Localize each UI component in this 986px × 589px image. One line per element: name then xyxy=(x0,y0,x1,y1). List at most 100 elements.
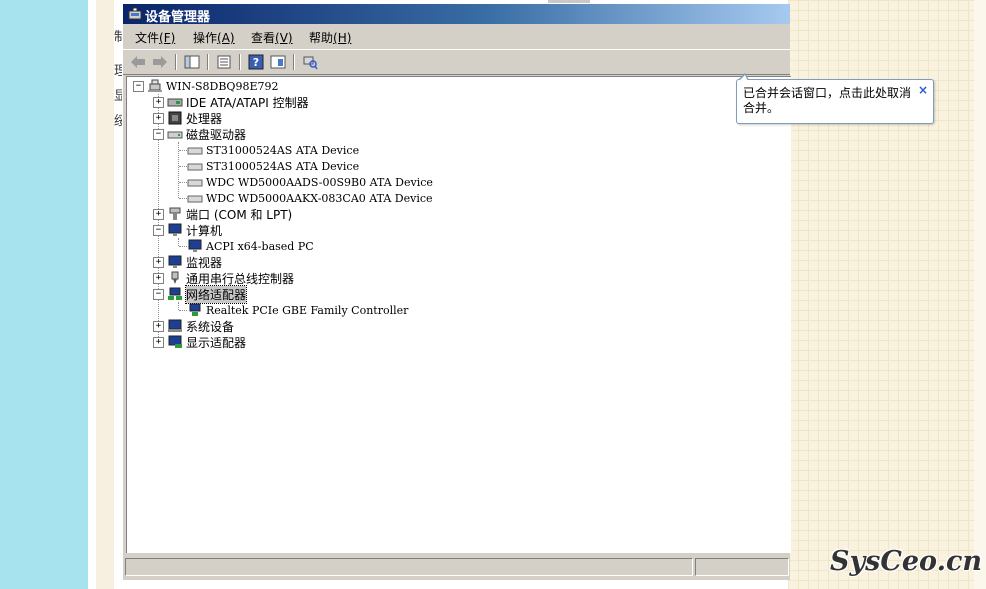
tree-device[interactable]: WDC WD5000AADS-00S9B0 ATA Device xyxy=(187,174,433,190)
tree-connector xyxy=(179,310,187,311)
tree-device[interactable]: Realtek PCIe GBE Family Controller xyxy=(187,302,408,318)
menu-bar: 文件(F) 操作(A) 查看(V) 帮助(H) xyxy=(123,26,790,48)
disk-device-icon xyxy=(187,159,203,173)
device-tree[interactable]: − WIN-S8DBQ98E792 + IDE ATA/ATAPI 控制器 + … xyxy=(126,76,791,553)
menu-accel: (A) xyxy=(217,31,235,45)
tree-device-label: WDC WD5000AADS-00S9B0 ATA Device xyxy=(206,175,433,189)
network-adapter-icon xyxy=(167,287,183,301)
tree-category-display-adapters[interactable]: + 显示适配器 xyxy=(153,334,246,350)
expand-toggle[interactable]: + xyxy=(153,336,164,348)
expand-toggle[interactable]: + xyxy=(153,112,164,124)
window-title: 设备管理器 xyxy=(145,10,211,25)
tree-category-label: IDE ATA/ATAPI 控制器 xyxy=(186,95,309,110)
collapse-toggle[interactable]: − xyxy=(153,128,164,140)
menu-action[interactable]: 操作(A) xyxy=(193,29,235,46)
monitor-icon xyxy=(167,223,183,237)
tree-device[interactable]: ACPI x64-based PC xyxy=(187,238,314,254)
tree-device[interactable]: WDC WD5000AAKX-083CA0 ATA Device xyxy=(187,190,433,206)
left-background-band xyxy=(0,0,88,589)
tree-category-ports[interactable]: + 端口 (COM 和 LPT) xyxy=(153,206,292,222)
show-hide-tree-icon[interactable] xyxy=(183,53,201,71)
menu-label: 帮助 xyxy=(309,31,334,45)
scan-hardware-icon[interactable] xyxy=(301,53,319,71)
pc-device-icon xyxy=(187,239,203,253)
tree-category-label: 处理器 xyxy=(186,111,223,126)
tree-root-label: WIN-S8DBQ98E792 xyxy=(166,79,279,93)
tree-device-label: ST31000524AS ATA Device xyxy=(206,143,360,157)
tree-device[interactable]: ST31000524AS ATA Device xyxy=(187,158,359,174)
collapse-toggle[interactable]: − xyxy=(153,288,164,300)
status-panel xyxy=(695,558,789,576)
computer-icon xyxy=(147,79,163,93)
expand-toggle[interactable]: + xyxy=(153,320,164,332)
tree-category-label: 网络适配器 xyxy=(184,284,248,304)
tree-category-usb[interactable]: + 通用串行总线控制器 xyxy=(153,270,294,286)
tree-category-ide[interactable]: + IDE ATA/ATAPI 控制器 xyxy=(153,94,309,110)
expand-toggle[interactable]: + xyxy=(153,256,164,268)
close-icon[interactable]: × xyxy=(918,83,928,97)
menu-label: 操作 xyxy=(193,31,218,45)
disk-device-icon xyxy=(187,175,203,189)
tree-device-label: ST31000524AS ATA Device xyxy=(206,159,360,173)
balloon-tail-inner xyxy=(739,75,748,81)
tree-category-label: 计算机 xyxy=(186,223,223,238)
menu-view[interactable]: 查看(V) xyxy=(251,29,293,46)
title-bar[interactable]: 设备管理器 xyxy=(123,4,790,25)
export-list-icon[interactable] xyxy=(269,53,287,71)
menu-label: 文件 xyxy=(135,31,160,45)
tree-device-label: Realtek PCIe GBE Family Controller xyxy=(206,303,409,317)
toolbar-separator xyxy=(207,54,209,70)
menu-help[interactable]: 帮助(H) xyxy=(309,29,351,46)
tree-category-processor[interactable]: + 处理器 xyxy=(153,110,222,126)
menu-accel: (V) xyxy=(275,31,293,45)
right-margin xyxy=(974,0,986,589)
tree-category-monitors[interactable]: + 监视器 xyxy=(153,254,222,270)
disk-drive-icon xyxy=(167,127,183,141)
forward-arrow-icon[interactable] xyxy=(151,53,169,71)
tree-category-disk-drives[interactable]: − 磁盘驱动器 xyxy=(153,126,246,142)
properties-icon[interactable] xyxy=(215,53,233,71)
top-tab-edge xyxy=(548,0,590,3)
usb-icon xyxy=(167,271,183,285)
toolbar-separator xyxy=(293,54,295,70)
collapse-toggle[interactable]: − xyxy=(133,80,144,92)
display-adapter-icon xyxy=(167,335,183,349)
tree-root[interactable]: − WIN-S8DBQ98E792 xyxy=(133,78,278,94)
svg-text:?: ? xyxy=(253,56,259,69)
tree-device-label: WDC WD5000AAKX-083CA0 ATA Device xyxy=(206,191,433,205)
disk-device-icon xyxy=(187,191,203,205)
tree-category-network-adapters[interactable]: − 网络适配器 xyxy=(153,284,248,304)
help-icon[interactable]: ? xyxy=(247,53,265,71)
back-arrow-icon[interactable] xyxy=(129,53,147,71)
tree-category-computer[interactable]: − 计算机 xyxy=(153,222,222,238)
tree-category-label: 通用串行总线控制器 xyxy=(186,271,295,286)
tree-connector xyxy=(179,150,187,151)
tree-category-system-devices[interactable]: + 系统设备 xyxy=(153,318,234,334)
processor-icon xyxy=(167,111,183,125)
tree-device-label: ACPI x64-based PC xyxy=(206,239,314,253)
notification-balloon[interactable]: 已合并会话窗口，点击此处取消合并。 × xyxy=(736,79,934,124)
disk-device-icon xyxy=(187,143,203,157)
menu-file[interactable]: 文件(F) xyxy=(135,29,175,46)
device-manager-window: 设备管理器 文件(F) 操作(A) 查看(V) 帮助(H) ? − WIN-S8… xyxy=(122,4,791,580)
toolbar: ? xyxy=(123,49,790,75)
cream-margin xyxy=(96,0,114,589)
tree-device[interactable]: ST31000524AS ATA Device xyxy=(187,142,359,158)
system-device-icon xyxy=(167,319,183,333)
device-manager-icon xyxy=(127,6,143,22)
tree-category-label: 端口 (COM 和 LPT) xyxy=(186,207,293,222)
left-background-strip xyxy=(88,0,96,589)
tree-connector xyxy=(179,182,187,183)
watermark-logo: SysCeo.cn xyxy=(830,546,983,577)
tree-connector xyxy=(179,198,187,199)
menu-label: 查看 xyxy=(251,31,276,45)
expand-toggle[interactable]: + xyxy=(153,96,164,108)
tree-category-label: 磁盘驱动器 xyxy=(186,127,247,142)
toolbar-separator xyxy=(175,54,177,70)
expand-toggle[interactable]: + xyxy=(153,208,164,220)
tree-connector xyxy=(179,166,187,167)
expand-toggle[interactable]: + xyxy=(153,272,164,284)
network-device-icon xyxy=(187,303,203,317)
collapse-toggle[interactable]: − xyxy=(153,224,164,236)
port-icon xyxy=(167,207,183,221)
